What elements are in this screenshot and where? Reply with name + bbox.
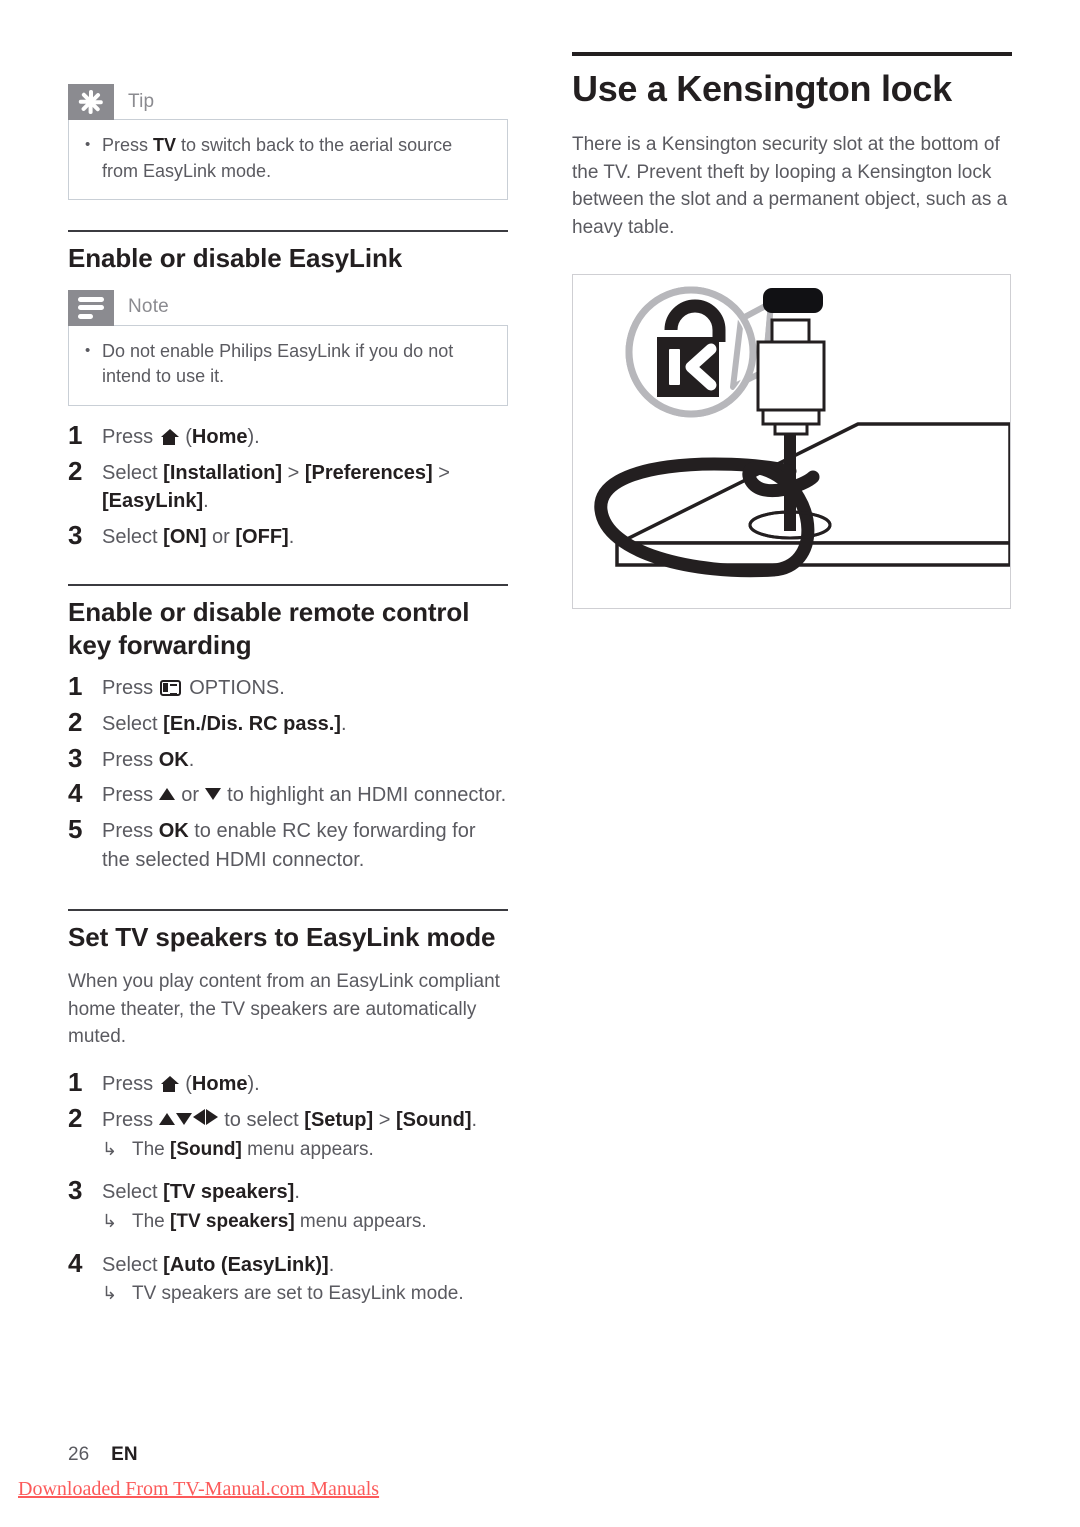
section-heading-rc-forwarding: Enable or disable remote control key for… — [68, 596, 470, 661]
step-number: 2 — [68, 706, 83, 737]
step-item: 2 Press to select [Setup] > [Sound]. — [68, 1101, 508, 1135]
manual-page: Tip • Press TV to switch back to the aer… — [0, 0, 1080, 1527]
step-text: Press OK to enable RC key forwarding for… — [102, 820, 476, 871]
kensington-paragraph: There is a Kensington security slot at t… — [572, 134, 1008, 239]
step-item: 3 Select [TV speakers]. — [68, 1173, 508, 1207]
note-bullet-text: Do not enable Philips EasyLink if you do… — [102, 340, 454, 387]
step-number: 5 — [68, 814, 83, 845]
rc-forwarding-steps: 1 Press OPTIONS. 2 Select [En./Dis. RC p… — [68, 669, 508, 875]
tv-speakers-steps: 1 Press (Home). 2 Press to select [Setup… — [68, 1065, 508, 1308]
tv-speakers-intro: When you play content from an EasyLink c… — [68, 971, 500, 1048]
bullet-dot: • — [85, 341, 91, 359]
arrow-right-icon — [206, 1108, 219, 1125]
step-number: 2 — [68, 455, 83, 486]
home-icon — [160, 428, 179, 445]
step-number: 3 — [68, 1175, 83, 1206]
kensington-lock-diagram — [572, 274, 1011, 609]
arrow-up-icon — [159, 1112, 176, 1125]
home-icon — [160, 1075, 179, 1092]
left-column: Tip • Press TV to switch back to the aer… — [68, 84, 508, 1310]
sub-step: ↳ The [TV speakers] menu appears. — [102, 1209, 508, 1236]
lines-icon — [68, 289, 114, 326]
step-number: 1 — [68, 1066, 83, 1097]
step-item: 5 Press OK to enable RC key forwarding f… — [68, 812, 508, 875]
note-callout-title: Note — [114, 290, 508, 326]
page-language: EN — [111, 1444, 138, 1465]
step-text: Press OPTIONS. — [102, 676, 285, 699]
step-text: Press (Home). — [102, 1072, 260, 1095]
step-number: 4 — [68, 778, 83, 809]
tip-callout-body: • Press TV to switch back to the aerial … — [68, 120, 508, 201]
arrow-left-icon — [193, 1108, 206, 1125]
tip-bullet-prefix: Press — [102, 135, 154, 155]
page-number: 26 — [68, 1444, 90, 1465]
page-footer: 26 EN — [68, 1444, 138, 1466]
step-text: Select [En./Dis. RC pass.]. — [102, 712, 347, 735]
step-text: Select [Installation] > [Preferences] > … — [102, 461, 450, 513]
step-item: 3 Press OK. — [68, 741, 508, 775]
tip-callout-title: Tip — [114, 84, 508, 120]
arrow-hook-icon: ↳ — [102, 1138, 118, 1159]
step-number: 2 — [68, 1102, 83, 1133]
step-item: 2 Select [En./Dis. RC pass.]. — [68, 705, 508, 739]
step-item: 2 Select [Installation] > [Preferences] … — [68, 454, 508, 517]
sub-step: ↳ The [Sound] menu appears. — [102, 1137, 508, 1164]
step-item: 4 Select [Auto (EasyLink)]. — [68, 1246, 508, 1280]
step-number: 3 — [68, 742, 83, 773]
note-bullet: • Do not enable Philips EasyLink if you … — [85, 339, 491, 390]
step-number: 1 — [68, 419, 83, 450]
arrow-hook-icon: ↳ — [102, 1210, 118, 1231]
page-title-divider — [572, 52, 1012, 56]
sub-step-text: TV speakers are set to EasyLink mode. — [132, 1283, 464, 1305]
step-number: 4 — [68, 1247, 83, 1278]
step-text: Select [ON] or [OFF]. — [102, 526, 295, 549]
tip-callout: Tip • Press TV to switch back to the aer… — [68, 84, 508, 201]
step-item: 1 Press OPTIONS. — [68, 669, 508, 703]
step-number: 1 — [68, 670, 83, 701]
tip-callout-header: Tip — [68, 84, 508, 120]
arrow-down-icon — [205, 788, 222, 801]
easylink-steps: 1 Press (Home). 2 Select [Installation] … — [68, 418, 508, 552]
step-item: 1 Press (Home). — [68, 418, 508, 452]
step-item: 1 Press (Home). — [68, 1065, 508, 1099]
sub-step: ↳ TV speakers are set to EasyLink mode. — [102, 1281, 508, 1308]
options-icon — [159, 679, 181, 696]
step-text: Press or to highlight an HDMI connector. — [102, 784, 507, 807]
section-divider — [68, 583, 508, 586]
note-callout-header: Note — [68, 289, 508, 326]
step-item: 4 Press or to highlight an HDMI connecto… — [68, 776, 508, 810]
note-callout-body: • Do not enable Philips EasyLink if you … — [68, 325, 508, 406]
section-tv-speakers: Set TV speakers to EasyLink mode When yo… — [68, 908, 508, 1308]
step-text: Press (Home). — [102, 425, 260, 448]
section-divider — [68, 908, 508, 911]
section-heading-easylink: Enable or disable EasyLink — [68, 243, 403, 274]
step-text: Select [TV speakers]. — [102, 1181, 300, 1204]
step-text: Press OK. — [102, 748, 195, 771]
step-number: 3 — [68, 520, 83, 551]
step-text: Press to select [Setup] > [Sound]. — [102, 1108, 478, 1131]
arrow-hook-icon: ↳ — [102, 1283, 118, 1304]
tip-bullet: • Press TV to switch back to the aerial … — [85, 133, 491, 184]
bullet-dot: • — [85, 136, 91, 153]
arrow-up-icon — [159, 788, 176, 801]
step-text: Select [Auto (EasyLink)]. — [102, 1253, 335, 1276]
section-rc-forwarding: Enable or disable remote control key for… — [68, 583, 508, 875]
right-column: Use a Kensington lock There is a Kensing… — [572, 52, 1012, 256]
note-callout: Note • Do not enable Philips EasyLink if… — [68, 289, 508, 406]
step-item: 3 Select [ON] or [OFF]. — [68, 518, 508, 552]
section-enable-easylink: Enable or disable EasyLink Note • Do not… — [68, 230, 508, 552]
section-divider — [68, 230, 508, 233]
page-title: Use a Kensington lock — [572, 68, 952, 109]
tip-bullet-bold: TV — [153, 135, 177, 155]
section-heading-tv-speakers: Set TV speakers to EasyLink mode — [68, 921, 496, 952]
asterisk-icon — [68, 84, 114, 120]
source-watermark: Downloaded From TV-Manual.com Manuals — [18, 1478, 380, 1500]
arrow-down-icon — [176, 1112, 193, 1125]
